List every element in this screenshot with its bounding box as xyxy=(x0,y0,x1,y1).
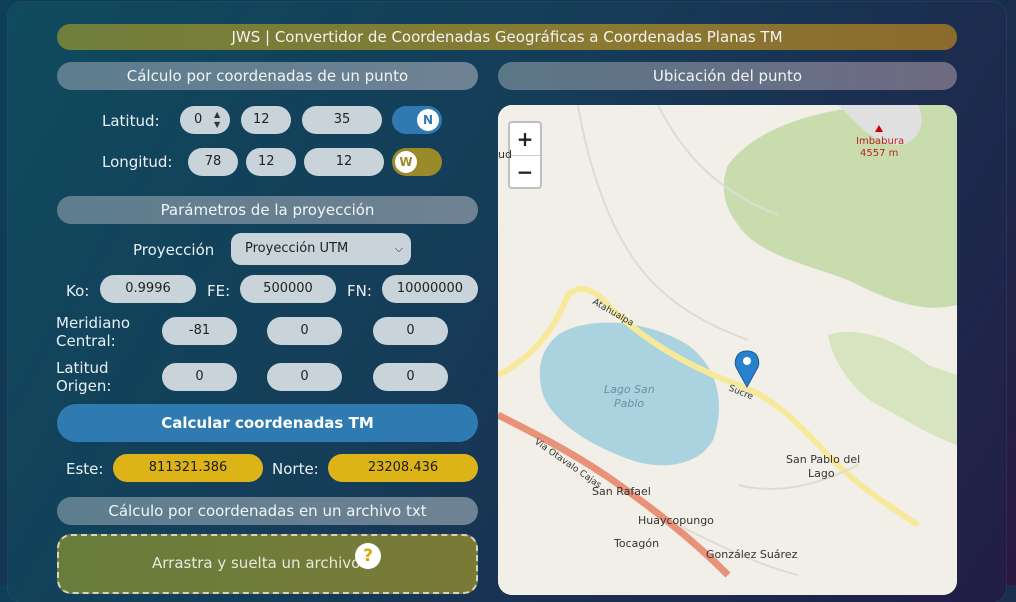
latitude-seconds-input[interactable]: 35 xyxy=(302,106,382,134)
meridian-degrees-input[interactable]: -81 xyxy=(162,317,237,345)
file-section-header: Cálculo por coordenadas en un archivo tx… xyxy=(57,497,478,525)
fn-label: FN: xyxy=(347,282,372,300)
map-label-imbabura-altitude: 4557 m xyxy=(860,148,899,159)
longitude-degrees-input[interactable]: 78 xyxy=(188,148,238,176)
dropzone-text: Arrastra y suelta un archivo xyxy=(152,554,361,572)
projection-selected-value: Proyección UTM xyxy=(245,241,349,256)
meridian-seconds-input[interactable]: 0 xyxy=(373,317,448,345)
chevron-down-icon: ⌵ xyxy=(394,242,403,255)
latitude-label: Latitud: xyxy=(102,112,160,130)
origin-latitude-label-line2: Origen: xyxy=(56,377,112,395)
central-meridian-label-line1: Meridiano xyxy=(56,314,131,332)
map-section-header: Ubicación del punto xyxy=(498,62,957,90)
point-section-header: Cálculo por coordenadas de un punto xyxy=(57,62,478,90)
projection-label: Proyección xyxy=(133,241,215,259)
projection-section-header: Parámetros de la proyección xyxy=(57,196,478,224)
map-label-gonzalez-suarez: González Suárez xyxy=(706,548,798,561)
map-label-san-pablo: San Pablo del xyxy=(786,453,861,466)
central-meridian-label: Meridiano Central: xyxy=(56,314,130,350)
meridian-minutes-input[interactable]: 0 xyxy=(267,317,342,345)
fn-input[interactable]: 10000000 xyxy=(382,275,478,303)
latitude-degrees-value: 0 xyxy=(194,112,203,127)
latitude-minutes-input[interactable]: 12 xyxy=(241,106,291,134)
east-result: 811321.386 xyxy=(113,454,263,482)
ko-input[interactable]: 0.9996 xyxy=(100,275,196,303)
zoom-out-button[interactable]: − xyxy=(510,156,540,188)
map-label-huaycopungo: Huaycopungo xyxy=(638,514,714,527)
central-meridian-label-line2: Central: xyxy=(56,332,116,350)
origin-degrees-input[interactable]: 0 xyxy=(162,363,237,391)
map-view[interactable]: + − ud Imbabura 4557 m Lago San Pablo Sa… xyxy=(498,105,957,595)
longitude-minutes-input[interactable]: 12 xyxy=(246,148,296,176)
ko-label: Ko: xyxy=(66,282,90,300)
file-dropzone[interactable]: Arrastra y suelta un archivo ? xyxy=(57,534,478,594)
longitude-label: Longitud: xyxy=(102,153,173,171)
projection-select[interactable]: Proyección UTM ⌵ xyxy=(231,233,411,265)
map-label-san-pablo-2: Lago xyxy=(808,467,835,480)
map-label-san-rafael: San Rafael xyxy=(592,485,651,498)
origin-latitude-label: Latitud Origen: xyxy=(56,359,111,395)
latitude-degrees-input[interactable]: 0 ▲ ▼ xyxy=(180,106,230,134)
map-zoom-control: + − xyxy=(508,121,542,189)
east-label: Este: xyxy=(66,460,104,478)
origin-seconds-input[interactable]: 0 xyxy=(373,363,448,391)
fe-label: FE: xyxy=(207,282,231,300)
origin-minutes-input[interactable]: 0 xyxy=(267,363,342,391)
map-label-lake: Lago San xyxy=(604,383,655,396)
origin-latitude-label-line1: Latitud xyxy=(56,359,109,377)
map-label-lake-2: Pablo xyxy=(614,397,645,410)
app-title: JWS | Convertidor de Coordenadas Geográf… xyxy=(57,24,957,50)
calculate-button[interactable]: Calcular coordenadas TM xyxy=(57,404,478,442)
fe-input[interactable]: 500000 xyxy=(240,275,336,303)
map-tiles xyxy=(498,105,957,595)
map-label-imbabura: Imbabura xyxy=(856,136,905,147)
north-label: Norte: xyxy=(272,460,319,478)
latitude-hemisphere-toggle[interactable]: N xyxy=(392,106,442,134)
west-knob: W xyxy=(395,151,417,173)
question-icon[interactable]: ? xyxy=(355,543,381,569)
north-result: 23208.436 xyxy=(328,454,478,482)
spinner-icon[interactable]: ▲ ▼ xyxy=(214,110,224,130)
longitude-hemisphere-toggle[interactable]: W xyxy=(392,148,442,176)
map-label-ud: ud xyxy=(498,148,512,161)
zoom-in-button[interactable]: + xyxy=(510,123,540,156)
longitude-seconds-input[interactable]: 12 xyxy=(304,148,384,176)
map-label-tocagon: Tocagón xyxy=(614,537,660,550)
north-knob: N xyxy=(417,109,439,131)
